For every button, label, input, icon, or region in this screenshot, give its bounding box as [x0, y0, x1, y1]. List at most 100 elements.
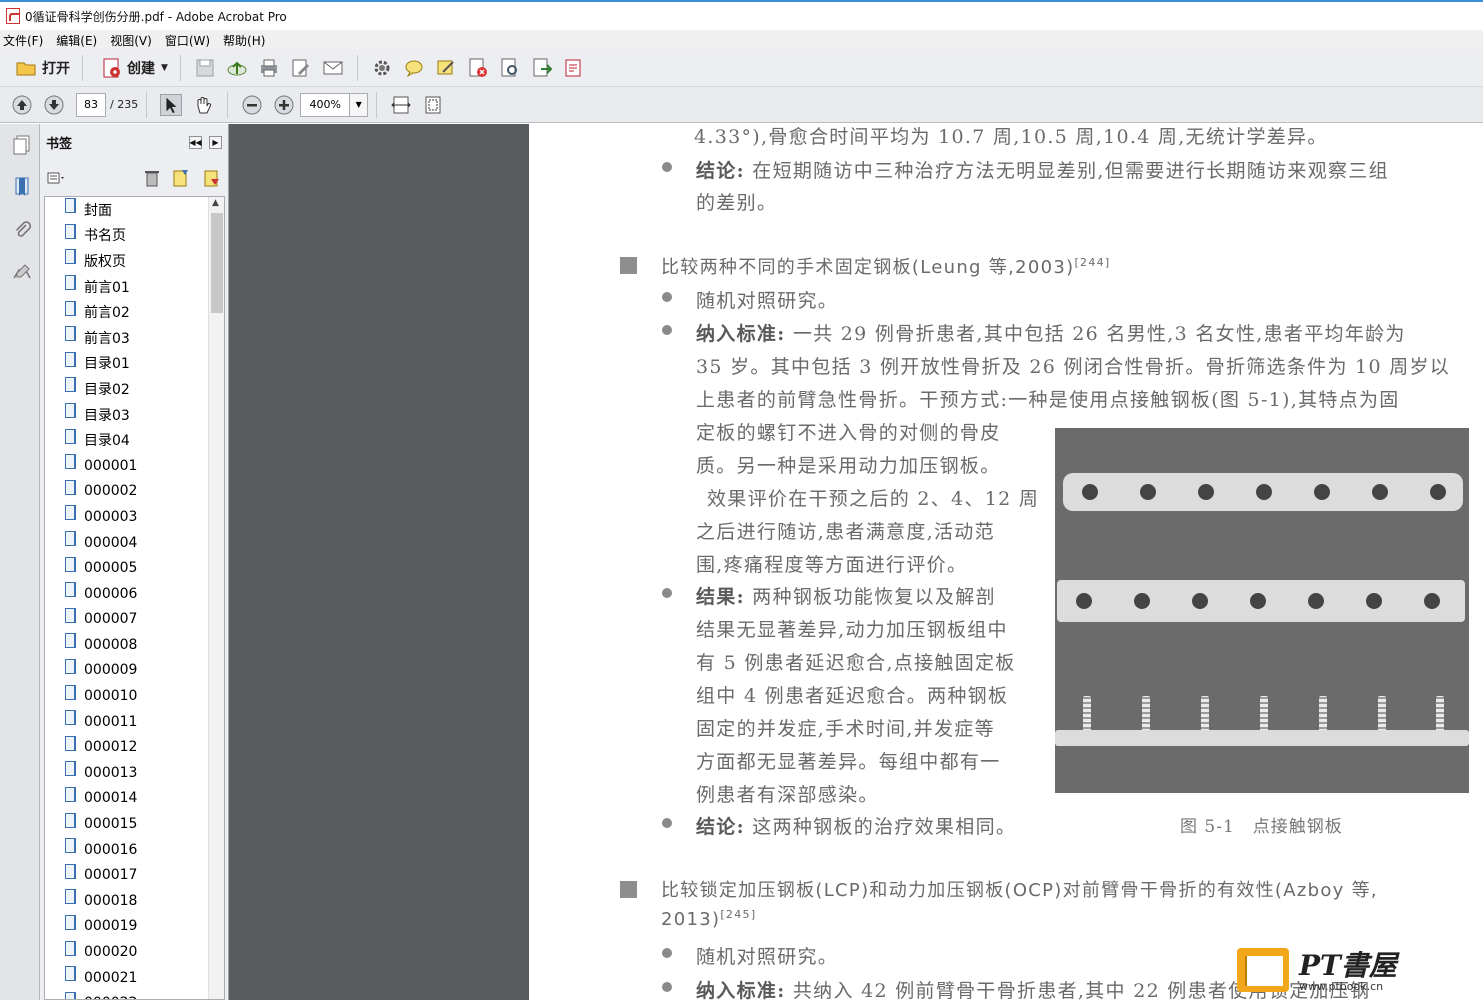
bookmark-item[interactable]: 000022 — [45, 990, 224, 999]
previous-page-icon[interactable] — [11, 94, 33, 116]
create-button[interactable]: 创建 ▼ — [91, 54, 172, 82]
section-heading: 比较两种不同的手术固定钢板(Leung 等,2003)[244] — [661, 253, 1111, 279]
protect-icon[interactable] — [467, 57, 489, 79]
bookmark-item[interactable]: 000012 — [45, 734, 224, 760]
comment-icon[interactable] — [403, 57, 425, 79]
bookmark-item[interactable]: 目录03 — [45, 402, 224, 428]
bookmark-label: 封面 — [84, 202, 112, 219]
export-icon[interactable] — [531, 57, 553, 79]
toolbar-divider — [356, 55, 358, 81]
bookmarks-title: 书签 — [46, 137, 73, 152]
page-text: 组中 4 例患者延迟愈合。两种钢板 — [696, 685, 1009, 707]
bookmark-icon — [65, 633, 76, 649]
bookmark-icon — [65, 991, 76, 999]
save-icon[interactable] — [194, 57, 216, 79]
bookmark-item[interactable]: 000009 — [45, 658, 224, 684]
collapse-panel-button[interactable]: ◀◀ — [189, 136, 202, 149]
gear-icon[interactable] — [371, 57, 393, 79]
bookmark-item[interactable]: 000016 — [45, 837, 224, 863]
bookmark-item[interactable]: 000007 — [45, 607, 224, 633]
hand-tool-icon[interactable] — [192, 94, 214, 116]
zoom-dropdown-button[interactable]: ▼ — [350, 92, 369, 117]
bookmark-label: 000021 — [84, 969, 138, 986]
new-bookmark-icon[interactable] — [170, 167, 192, 189]
zoom-level-input[interactable]: 400% — [300, 92, 351, 117]
bookmark-item[interactable]: 目录01 — [45, 351, 224, 377]
bookmark-item[interactable]: 000018 — [45, 888, 224, 914]
bookmark-item[interactable]: 前言01 — [45, 274, 224, 300]
panel-options-button[interactable]: ▶ — [209, 136, 222, 149]
menu-view[interactable]: 视图(V) — [110, 32, 152, 49]
select-tool-icon[interactable] — [160, 93, 183, 116]
edit-document-icon[interactable] — [290, 57, 312, 79]
bookmark-icon — [65, 300, 76, 316]
bookmarks-scrollbar[interactable]: ▲ — [208, 197, 224, 999]
bookmark-item[interactable]: 000008 — [45, 632, 224, 658]
bookmark-item[interactable]: 书名页 — [45, 223, 224, 249]
bullet-dot — [662, 818, 672, 828]
bookmark-item[interactable]: 000006 — [45, 581, 224, 607]
bookmark-label: 目录02 — [84, 381, 130, 398]
create-pdf-icon — [100, 57, 122, 79]
bookmark-item[interactable]: 000004 — [45, 530, 224, 556]
bookmark-item[interactable]: 000020 — [45, 939, 224, 965]
bookmark-item[interactable]: 000010 — [45, 683, 224, 709]
page-number-input[interactable]: 83 — [76, 92, 106, 117]
bookmark-options-icon[interactable] — [45, 167, 67, 189]
menu-bar: 文件(F) 编辑(E) 视图(V) 窗口(W) 帮助(H) — [0, 30, 1483, 50]
bookmark-item[interactable]: 000002 — [45, 479, 224, 505]
bookmark-item[interactable]: 前言03 — [45, 325, 224, 351]
bookmark-label: 000011 — [84, 713, 138, 730]
bookmark-label: 000017 — [84, 867, 138, 884]
bookmark-item[interactable]: 目录04 — [45, 427, 224, 453]
bookmark-item[interactable]: 000001 — [45, 453, 224, 479]
bookmark-item[interactable]: 000005 — [45, 555, 224, 581]
screw-image — [1142, 696, 1150, 732]
bookmark-item[interactable]: 000014 — [45, 786, 224, 812]
page-thumbnails-icon[interactable] — [11, 134, 33, 156]
bookmark-label: 000015 — [84, 816, 138, 833]
bullet-dot — [662, 982, 672, 992]
delete-bookmark-icon[interactable] — [141, 167, 163, 189]
fit-width-icon[interactable] — [390, 94, 412, 116]
bookmark-item[interactable]: 封面 — [45, 197, 224, 223]
menu-file[interactable]: 文件(F) — [3, 32, 43, 49]
open-button[interactable]: 打开 — [6, 54, 74, 82]
menu-help[interactable]: 帮助(H) — [223, 32, 265, 49]
plate-hole — [1140, 484, 1156, 500]
review-icon[interactable] — [499, 57, 521, 79]
bookmark-item[interactable]: 000021 — [45, 965, 224, 991]
bookmark-item[interactable]: 000013 — [45, 760, 224, 786]
tagged-bookmark-icon[interactable] — [201, 167, 223, 189]
bookmarks-list: 封面 书名页 版权页 前言01 前言02 前言03 目录01 目录02 目录03 目录04 0000… — [45, 197, 224, 999]
print-icon[interactable] — [258, 57, 280, 79]
bookmark-item[interactable]: 版权页 — [45, 248, 224, 274]
bookmark-icon — [65, 710, 76, 726]
bookmark-item[interactable]: 000011 — [45, 709, 224, 735]
form-icon[interactable] — [563, 57, 585, 79]
plate-hole — [1198, 484, 1214, 500]
bookmark-item[interactable]: 前言02 — [45, 299, 224, 325]
bullet-dot — [662, 325, 672, 335]
scrollbar-thumb[interactable] — [211, 213, 223, 313]
next-page-icon[interactable] — [43, 94, 65, 116]
bookmark-item[interactable]: 目录02 — [45, 376, 224, 402]
bookmarks-icon[interactable] — [11, 176, 33, 198]
conclusion-label: 结论: — [696, 160, 745, 182]
zoom-out-icon[interactable] — [241, 94, 263, 116]
screw-image — [1319, 696, 1327, 732]
menu-edit[interactable]: 编辑(E) — [56, 32, 97, 49]
signatures-icon[interactable] — [11, 261, 33, 283]
fit-page-icon[interactable] — [422, 94, 444, 116]
bookmark-item[interactable]: 000015 — [45, 811, 224, 837]
cloud-upload-icon[interactable] — [226, 57, 248, 79]
bookmark-item[interactable]: 000017 — [45, 862, 224, 888]
attachments-icon[interactable] — [11, 219, 33, 241]
email-icon[interactable] — [322, 57, 344, 79]
sign-icon[interactable] — [435, 57, 457, 79]
bookmark-item[interactable]: 000019 — [45, 914, 224, 940]
menu-window[interactable]: 窗口(W) — [165, 32, 210, 49]
scroll-up-icon[interactable]: ▲ — [212, 198, 219, 208]
bookmark-item[interactable]: 000003 — [45, 504, 224, 530]
zoom-in-icon[interactable] — [273, 94, 295, 116]
